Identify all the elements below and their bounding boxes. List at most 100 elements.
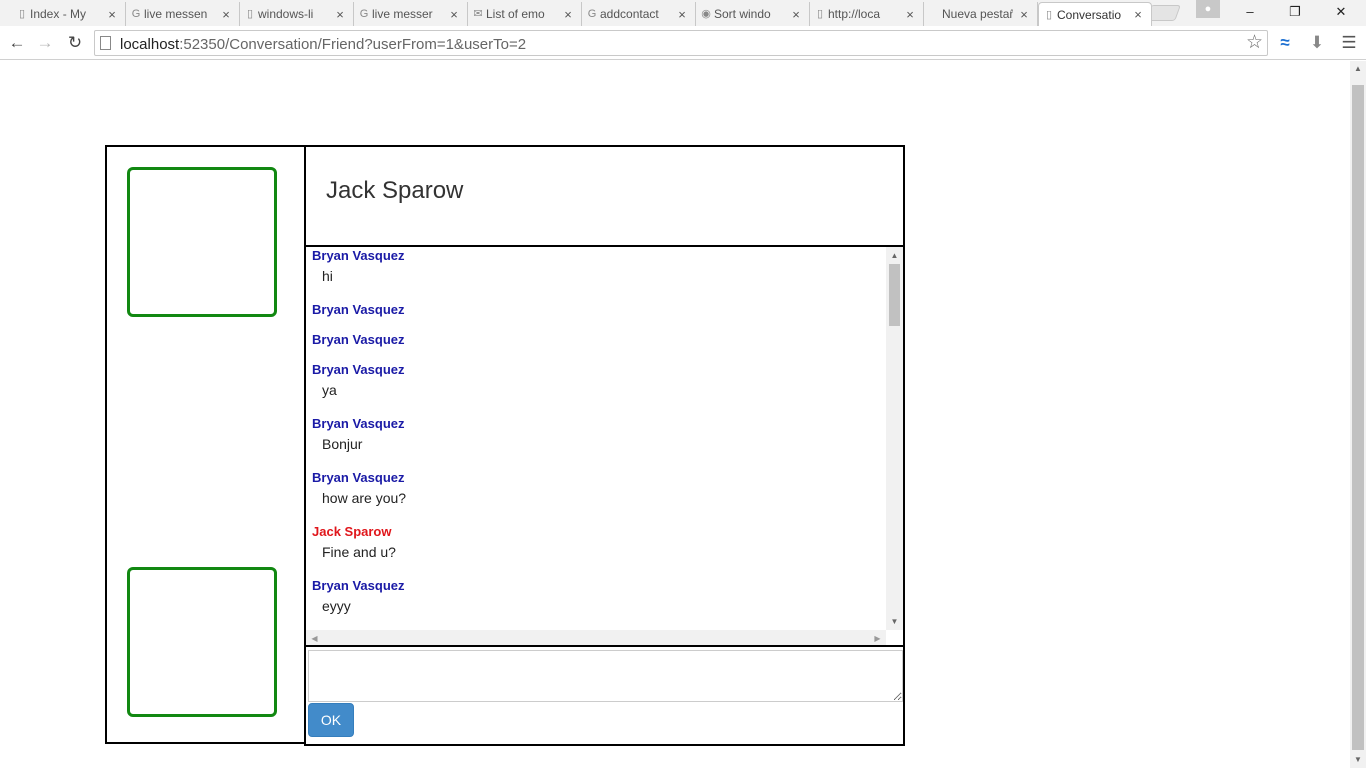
tab-title: http://loca bbox=[828, 7, 881, 21]
message-sender: Bryan Vasquez bbox=[312, 332, 405, 347]
chat-header: Jack Sparow bbox=[306, 147, 903, 247]
extension-icon[interactable]: ≈ bbox=[1274, 32, 1296, 54]
message-item: Bryan Vasquez how are you? bbox=[312, 470, 882, 510]
tab-close-icon[interactable]: × bbox=[789, 7, 803, 22]
reload-icon[interactable]: ↻ bbox=[64, 32, 86, 54]
page-scroll-up-icon[interactable]: ▲ bbox=[1350, 61, 1366, 77]
tab-strip: ● – ❐ ✕ ▯ Index - My × Glive messen × ▯ window… bbox=[0, 0, 1366, 26]
message-text: hi bbox=[322, 268, 333, 284]
tab-close-icon[interactable]: × bbox=[675, 7, 689, 22]
browser-tab[interactable]: Gaddcontact × bbox=[582, 2, 696, 26]
scroll-right-arrow-icon[interactable]: ▶ bbox=[869, 630, 886, 645]
page-scroll-down-icon[interactable]: ▼ bbox=[1350, 752, 1366, 768]
browser-tab[interactable]: Glive messer × bbox=[354, 2, 468, 26]
scroll-down-arrow-icon[interactable]: ▼ bbox=[886, 613, 903, 630]
browser-tab[interactable]: Glive messen × bbox=[126, 2, 240, 26]
back-icon[interactable]: ← bbox=[6, 32, 28, 54]
tab-title: windows-li bbox=[258, 7, 314, 21]
tab-title: Conversatio bbox=[1057, 7, 1122, 22]
message-sender: Bryan Vasquez bbox=[312, 248, 405, 263]
browser-tab[interactable]: ▯ Conversatio × bbox=[1038, 2, 1152, 26]
friend-name: Jack Sparow bbox=[326, 177, 464, 204]
message-vertical-scrollbar[interactable]: ▲ ▼ bbox=[886, 247, 903, 630]
tab-title: Nueva pestaña bbox=[942, 7, 1013, 21]
message-text: how are you? bbox=[322, 490, 407, 506]
message-item: Bryan Vasquez eyyy bbox=[312, 578, 882, 618]
tab-close-icon[interactable]: × bbox=[219, 7, 233, 22]
message-sender: Bryan Vasquez bbox=[312, 302, 405, 317]
eye-favicon-icon: ◉ bbox=[701, 8, 711, 20]
browser-tab[interactable]: ▯ http://loca × bbox=[810, 2, 924, 26]
tab-close-icon[interactable]: × bbox=[1131, 7, 1145, 22]
google-favicon-icon: G bbox=[587, 8, 597, 20]
browser-tab[interactable]: ▯ Index - My × bbox=[12, 2, 126, 26]
message-sender: Bryan Vasquez bbox=[312, 416, 405, 431]
google-favicon-icon: G bbox=[131, 8, 141, 20]
page-favicon-icon: ▯ bbox=[816, 8, 824, 20]
message-text: Fine and u? bbox=[322, 544, 396, 560]
blank-favicon-icon bbox=[928, 8, 940, 20]
message-sender: Bryan Vasquez bbox=[312, 578, 405, 593]
message-item: Bryan Vasquez hi bbox=[312, 248, 882, 288]
tab-title: live messer bbox=[372, 7, 433, 21]
browser-toolbar: ← → ↻ localhost:52350/Conversation/Frien… bbox=[0, 26, 1366, 60]
send-button[interactable]: OK bbox=[308, 703, 354, 737]
message-items: Bryan Vasquez hi Bryan Vasquez Bryan Vasque… bbox=[312, 248, 882, 632]
google-favicon-icon: G bbox=[359, 8, 369, 20]
browser-tab[interactable]: ✉ List of emo × bbox=[468, 2, 582, 26]
tab-close-icon[interactable]: × bbox=[105, 7, 119, 22]
browser-tab[interactable]: ▯ windows-li × bbox=[240, 2, 354, 26]
scroll-up-arrow-icon[interactable]: ▲ bbox=[886, 247, 903, 264]
url-text[interactable]: localhost:52350/Conversation/Friend?user… bbox=[120, 36, 526, 53]
message-sender: Bryan Vasquez bbox=[312, 362, 405, 377]
forward-icon[interactable]: → bbox=[34, 32, 56, 54]
message-text: eyyy bbox=[322, 598, 351, 614]
friend-avatar bbox=[127, 167, 277, 317]
restore-icon[interactable]: ❐ bbox=[1285, 2, 1305, 22]
message-item: Bryan Vasquez ya bbox=[312, 362, 882, 402]
bookmark-star-icon[interactable]: ☆ bbox=[1246, 31, 1263, 55]
tab-title: live messen bbox=[144, 7, 208, 21]
page-favicon-icon: ▯ bbox=[18, 8, 26, 20]
tab-title: addcontact bbox=[600, 7, 659, 21]
message-text: Bonjur bbox=[322, 436, 363, 452]
menu-icon[interactable]: ☰ bbox=[1338, 32, 1360, 54]
tab-close-icon[interactable]: × bbox=[1017, 7, 1031, 22]
chat-panel: Jack Sparow Bryan Vasquez hi Bryan Vasquez… bbox=[304, 145, 905, 746]
page-content: Jack Sparow Bryan Vasquez hi Bryan Vasquez… bbox=[0, 61, 1350, 768]
tab-title: Index - My bbox=[30, 7, 87, 21]
page-icon bbox=[100, 36, 111, 50]
page-vertical-scrollbar[interactable]: ▲ ▼ bbox=[1350, 61, 1366, 768]
browser-tab[interactable]: ◉ Sort windo × bbox=[696, 2, 810, 26]
message-text: ya bbox=[322, 382, 337, 398]
page-favicon-icon: ▯ bbox=[1045, 8, 1053, 21]
message-input[interactable] bbox=[308, 650, 903, 702]
tab-title: List of emo bbox=[486, 7, 545, 21]
page-scroll-thumb[interactable] bbox=[1352, 85, 1364, 750]
minimize-icon[interactable]: – bbox=[1240, 2, 1260, 22]
tab-close-icon[interactable]: × bbox=[447, 7, 461, 22]
message-item: Bryan Vasquez Bonjur bbox=[312, 416, 882, 456]
message-list[interactable]: Bryan Vasquez hi Bryan Vasquez Bryan Vasque… bbox=[306, 247, 903, 647]
download-icon[interactable]: ⬇ bbox=[1306, 32, 1328, 54]
tab-close-icon[interactable]: × bbox=[561, 7, 575, 22]
message-sender: Jack Sparow bbox=[312, 524, 392, 539]
avatar-panel bbox=[105, 145, 306, 744]
message-composer: OK bbox=[306, 648, 903, 744]
message-item: Bryan Vasquez bbox=[312, 302, 882, 318]
page-favicon-icon: ▯ bbox=[246, 8, 254, 20]
user-avatar bbox=[127, 567, 277, 717]
message-horizontal-scrollbar[interactable]: ◀ ▶ bbox=[306, 630, 886, 645]
browser-tab[interactable]: Nueva pestaña × bbox=[924, 2, 1038, 26]
mail-favicon-icon: ✉ bbox=[473, 8, 483, 20]
scroll-left-arrow-icon[interactable]: ◀ bbox=[306, 630, 323, 645]
profile-icon[interactable]: ● bbox=[1196, 0, 1220, 18]
tab-close-icon[interactable]: × bbox=[333, 7, 347, 22]
message-sender: Bryan Vasquez bbox=[312, 470, 405, 485]
message-item: Bryan Vasquez bbox=[312, 332, 882, 348]
tab-close-icon[interactable]: × bbox=[903, 7, 917, 22]
message-item: Jack Sparow Fine and u? bbox=[312, 524, 882, 564]
address-bar[interactable]: localhost:52350/Conversation/Friend?user… bbox=[94, 30, 1268, 56]
close-window-icon[interactable]: ✕ bbox=[1331, 2, 1351, 22]
scroll-thumb[interactable] bbox=[889, 264, 900, 326]
